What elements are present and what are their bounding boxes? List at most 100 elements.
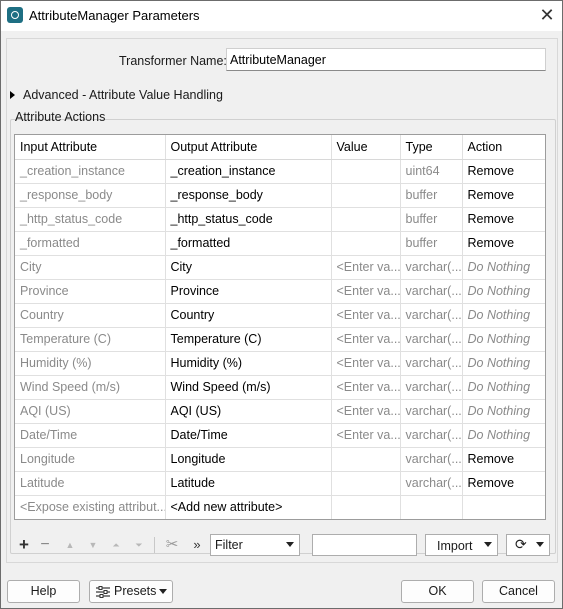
input-attribute-cell[interactable]: Temperature (C) [15, 327, 166, 352]
value-cell[interactable] [331, 231, 401, 256]
transformer-name-input[interactable] [226, 48, 546, 71]
output-attribute-cell[interactable]: Latitude [165, 471, 332, 496]
output-attribute-cell[interactable]: Province [165, 279, 332, 304]
output-attribute-cell[interactable]: Temperature (C) [165, 327, 332, 352]
header-value[interactable]: Value [331, 135, 401, 160]
table-row[interactable]: City City <Enter va... varchar(... Do Nothin… [15, 255, 545, 280]
filter-dropdown[interactable]: Filter [210, 534, 300, 556]
input-attribute-cell[interactable]: Date/Time [15, 423, 166, 448]
output-attribute-cell[interactable]: _http_status_code [165, 207, 332, 232]
table-row[interactable]: _http_status_code _http_status_code buffer… [15, 207, 545, 232]
action-cell[interactable]: Do Nothing [462, 351, 545, 376]
action-cell[interactable]: Remove [462, 447, 545, 472]
type-cell[interactable]: varchar(... [400, 399, 463, 424]
input-attribute-cell[interactable]: <Expose existing attribut... [15, 495, 166, 519]
value-cell[interactable]: <Enter va... [331, 399, 401, 424]
action-cell[interactable]: Do Nothing [462, 327, 545, 352]
input-attribute-cell[interactable]: AQI (US) [15, 399, 166, 424]
output-attribute-cell[interactable]: Country [165, 303, 332, 328]
close-icon[interactable]: ✕ [536, 4, 558, 26]
action-cell[interactable]: Do Nothing [462, 375, 545, 400]
action-cell[interactable]: Remove [462, 183, 545, 208]
table-row[interactable]: _creation_instance _creation_instance uint… [15, 159, 545, 184]
type-cell[interactable]: buffer [400, 231, 463, 256]
action-cell[interactable]: Do Nothing [462, 303, 545, 328]
header-action[interactable]: Action [462, 135, 545, 160]
output-attribute-cell[interactable]: Humidity (%) [165, 351, 332, 376]
cancel-button[interactable]: Cancel [482, 580, 555, 603]
output-attribute-cell[interactable]: Date/Time [165, 423, 332, 448]
action-cell[interactable]: Do Nothing [462, 399, 545, 424]
input-attribute-cell[interactable]: _http_status_code [15, 207, 166, 232]
value-cell[interactable] [331, 447, 401, 472]
input-attribute-cell[interactable]: City [15, 255, 166, 280]
refresh-button[interactable]: ⟳ [506, 534, 550, 556]
type-cell[interactable]: varchar(... [400, 279, 463, 304]
action-cell[interactable]: Do Nothing [462, 423, 545, 448]
type-cell[interactable]: varchar(... [400, 303, 463, 328]
import-button[interactable]: Import [425, 534, 498, 556]
action-cell[interactable]: Remove [462, 231, 545, 256]
action-cell[interactable]: Remove [462, 207, 545, 232]
type-cell[interactable]: varchar(... [400, 423, 463, 448]
move-top-icon[interactable]: ⏶ [106, 534, 126, 556]
table-row[interactable]: Humidity (%) Humidity (%) <Enter va... varc… [15, 351, 545, 376]
output-attribute-cell[interactable]: AQI (US) [165, 399, 332, 424]
input-attribute-cell[interactable]: _response_body [15, 183, 166, 208]
type-cell[interactable]: varchar(... [400, 351, 463, 376]
table-row[interactable]: Date/Time Date/Time <Enter va... varchar(..… [15, 423, 545, 448]
table-row[interactable]: Wind Speed (m/s) Wind Speed (m/s) <Enter v… [15, 375, 545, 400]
input-attribute-cell[interactable]: Humidity (%) [15, 351, 166, 376]
output-attribute-cell[interactable]: _formatted [165, 231, 332, 256]
type-cell[interactable]: varchar(... [400, 255, 463, 280]
table-row[interactable]: Longitude Longitude varchar(... Remove [15, 447, 545, 472]
value-cell[interactable]: <Enter va... [331, 279, 401, 304]
type-cell[interactable]: uint64 [400, 159, 463, 184]
move-down-icon[interactable]: ▼ [83, 534, 103, 556]
type-cell[interactable]: buffer [400, 183, 463, 208]
value-cell[interactable] [331, 495, 401, 519]
type-cell[interactable]: varchar(... [400, 471, 463, 496]
advanced-section-toggle[interactable]: Advanced - Attribute Value Handling [10, 88, 223, 102]
output-attribute-cell[interactable]: Wind Speed (m/s) [165, 375, 332, 400]
type-cell[interactable]: varchar(... [400, 327, 463, 352]
input-attribute-cell[interactable]: Province [15, 279, 166, 304]
add-row-icon[interactable]: + [14, 534, 34, 556]
type-cell[interactable] [400, 495, 463, 519]
input-attribute-cell[interactable]: _formatted [15, 231, 166, 256]
type-cell[interactable]: buffer [400, 207, 463, 232]
value-cell[interactable]: <Enter va... [331, 327, 401, 352]
table-row[interactable]: AQI (US) AQI (US) <Enter va... varchar(... D… [15, 399, 545, 424]
table-row[interactable]: Temperature (C) Temperature (C) <Enter va.… [15, 327, 545, 352]
move-up-icon[interactable]: ▲ [60, 534, 80, 556]
value-cell[interactable]: <Enter va... [331, 351, 401, 376]
output-attribute-cell[interactable]: _creation_instance [165, 159, 332, 184]
cut-icon[interactable]: ✂ [162, 534, 182, 556]
value-cell[interactable] [331, 207, 401, 232]
action-cell[interactable]: Remove [462, 471, 545, 496]
output-attribute-cell[interactable]: <Add new attribute> [165, 495, 332, 519]
table-row[interactable]: Latitude Latitude varchar(... Remove [15, 471, 545, 496]
input-attribute-cell[interactable]: Country [15, 303, 166, 328]
table-row[interactable]: Province Province <Enter va... varchar(... D… [15, 279, 545, 304]
presets-button[interactable]: Presets [89, 580, 173, 603]
input-attribute-cell[interactable]: Longitude [15, 447, 166, 472]
type-cell[interactable]: varchar(... [400, 375, 463, 400]
value-cell[interactable]: <Enter va... [331, 255, 401, 280]
header-type[interactable]: Type [400, 135, 463, 160]
value-cell[interactable]: <Enter va... [331, 303, 401, 328]
move-bottom-icon[interactable]: ⏷ [129, 534, 149, 556]
type-cell[interactable]: varchar(... [400, 447, 463, 472]
header-input-attribute[interactable]: Input Attribute [15, 135, 166, 160]
output-attribute-cell[interactable]: _response_body [165, 183, 332, 208]
action-cell[interactable] [462, 495, 545, 519]
table-row[interactable]: <Expose existing attribut... <Add new att… [15, 495, 545, 519]
action-cell[interactable]: Do Nothing [462, 255, 545, 280]
value-cell[interactable]: <Enter va... [331, 375, 401, 400]
table-row[interactable]: Country Country <Enter va... varchar(... Do … [15, 303, 545, 328]
input-attribute-cell[interactable]: Latitude [15, 471, 166, 496]
filter-text-input[interactable] [312, 534, 417, 556]
action-cell[interactable]: Remove [462, 159, 545, 184]
value-cell[interactable]: <Enter va... [331, 423, 401, 448]
help-button[interactable]: Help [7, 580, 80, 603]
